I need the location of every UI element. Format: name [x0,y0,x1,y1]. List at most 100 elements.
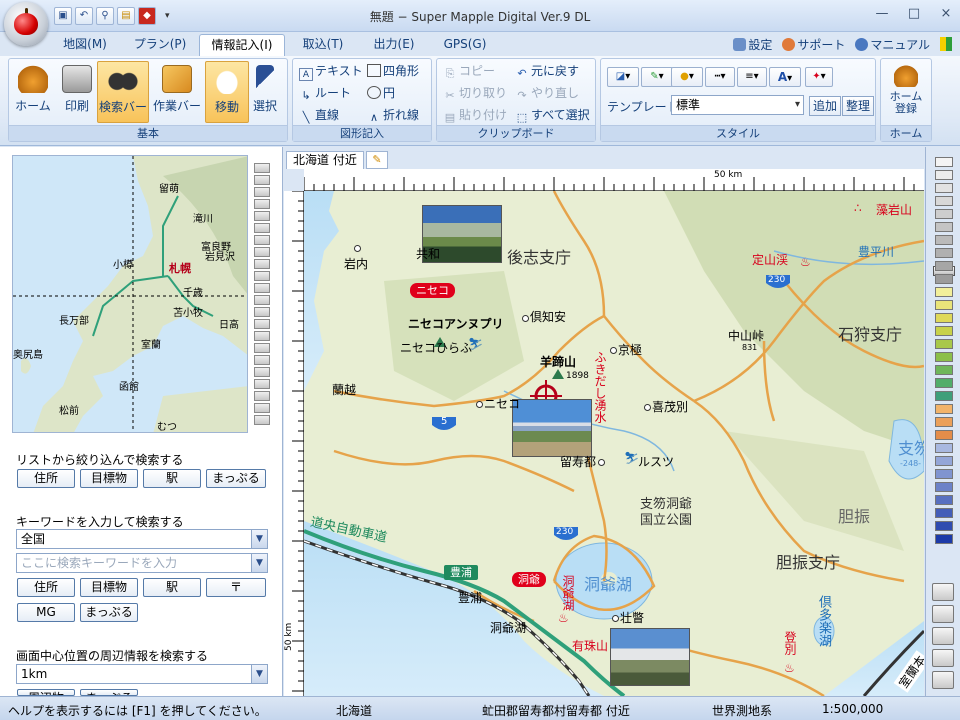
zoom-level-swatch[interactable] [935,287,953,297]
fill-color-dropdown[interactable]: ◪▾ [607,67,639,87]
manual-link[interactable]: マニュアル [855,36,930,53]
zoom-level-swatch[interactable] [935,508,953,518]
route-tool[interactable]: ↳ ルート [299,83,351,103]
work-bar-button[interactable]: 作業バー [151,61,203,123]
tab-map[interactable]: 地図(M) [52,34,118,56]
zoom-level-swatch[interactable] [935,378,953,388]
overview-zoom-level[interactable] [254,331,270,341]
zoom-level-swatch[interactable] [935,391,953,401]
circle-tool[interactable]: 円 [367,83,395,103]
overview-zoom-level[interactable] [254,355,270,365]
print-button[interactable]: 印刷 [55,61,99,123]
select-button[interactable]: 選択 [247,61,283,123]
polyline-tool[interactable]: ∧ 折れ線 [367,105,419,125]
marker-dropdown[interactable]: ✎▾ [641,67,673,87]
tab-plan[interactable]: プラン(P) [125,34,195,56]
font-color-dropdown[interactable]: A▾ [769,67,801,87]
settings-link[interactable]: 設定 [733,36,772,53]
zoom-level-swatch[interactable] [935,235,953,245]
rectangle-tool[interactable]: 四角形 [367,61,419,81]
zoom-level-swatch[interactable] [935,495,953,505]
zoom-level-swatch[interactable] [935,326,953,336]
redo-button[interactable]: ↷ やり直し [515,83,579,103]
keyword-landmark-button[interactable]: 目標物 [80,578,138,597]
zoom-level-swatch[interactable] [935,430,953,440]
overview-zoom-level[interactable] [254,211,270,221]
list-landmark-button[interactable]: 目標物 [80,469,138,488]
zoom-level-swatch[interactable] [935,339,953,349]
zoom-level-swatch[interactable] [935,456,953,466]
overview-zoom-level[interactable] [254,307,270,317]
zoom-level-swatch[interactable] [935,157,953,167]
zoom-level-swatch[interactable] [935,209,953,219]
zoom-level-swatch[interactable] [935,183,953,193]
keyword-postal-button[interactable]: 〒 [206,578,266,597]
line-style-dropdown[interactable]: ┅▾ [705,67,735,87]
support-link[interactable]: サポート [782,36,845,53]
grid-4-icon[interactable] [932,627,954,645]
app-menu-button[interactable] [4,2,48,46]
zoom-level-swatch[interactable] [935,469,953,479]
main-map[interactable]: 後志支庁 岩内 共和 ニセコ ニセコアンヌプリ ニセコひらふ ⛷ 倶知安 京極 … [304,191,924,696]
undo-button[interactable]: ↶ 元に戻す [515,61,579,81]
maximize-button[interactable]: □ [906,6,922,21]
zoom-level-swatch[interactable] [935,404,953,414]
photo-usuzan[interactable] [610,628,690,686]
zoom-level-swatch[interactable] [935,196,953,206]
list-address-button[interactable]: 住所 [17,469,75,488]
zoom-level-swatch[interactable] [935,261,953,271]
tab-gps[interactable]: GPS(G) [434,34,496,56]
nearby-mapple-button[interactable]: まっぷる [80,689,138,696]
keyword-mg-button[interactable]: MG [17,603,75,622]
list-station-button[interactable]: 駅 [143,469,201,488]
keyword-mapple-button[interactable]: まっぷる [80,603,138,622]
overview-zoom-level[interactable] [254,343,270,353]
zoom-level-swatch[interactable] [935,222,953,232]
zoom-bar[interactable] [925,147,960,696]
photo-mt-yotei[interactable] [512,399,592,457]
cut-button[interactable]: ✂ 切り取り [443,83,507,103]
overview-zoom-level[interactable] [254,415,270,425]
overview-zoom-level[interactable] [254,367,270,377]
close-button[interactable]: × [938,6,954,21]
overview-zoom-level[interactable] [254,235,270,245]
zoom-level-swatch[interactable] [935,170,953,180]
overview-zoom-level[interactable] [254,283,270,293]
line-width-dropdown[interactable]: ≡▾ [737,67,767,87]
zoom-level-swatch[interactable] [935,443,953,453]
map-document-tab[interactable]: 北海道 付近 [286,151,364,169]
radius-select[interactable]: 1km ▼ [16,664,268,684]
zoom-level-swatch[interactable] [935,482,953,492]
text-tool[interactable]: A テキスト [299,61,363,81]
keyword-input[interactable]: ここに検索キーワードを入力 ▼ [16,553,268,573]
overview-zoom-level[interactable] [254,163,270,173]
template-organize-button[interactable]: 整理 [842,96,874,116]
overview-zoom-level[interactable] [254,175,270,185]
home-register-button[interactable]: ホーム 登録 [884,61,928,123]
zoom-level-swatch[interactable] [935,274,953,284]
overview-zoom-level[interactable] [254,379,270,389]
overview-map[interactable]: 留萌 滝川 小樽 札幌 富良野 岩見沢 千歳 苫小牧 長万部 日高 室蘭 奥尻島… [12,155,248,433]
select-all-button[interactable]: ⬚ すべて選択 [515,105,590,125]
home-button[interactable]: ホーム [11,61,55,123]
tab-info-entry[interactable]: 情報記入(I) [199,34,285,56]
overview-zoom-level[interactable] [254,391,270,401]
palette-dropdown[interactable]: ●▾ [671,67,703,87]
grid-16-icon[interactable] [932,671,954,689]
nearby-poi-button[interactable]: 周辺物 [17,689,75,696]
list-mapple-button[interactable]: まっぷる [206,469,266,488]
overview-zoom-level[interactable] [254,295,270,305]
line-tool[interactable]: ╲ 直線 [299,105,339,125]
zoom-level-swatch[interactable] [935,300,953,310]
zoom-level-swatch[interactable] [935,313,953,323]
keyword-address-button[interactable]: 住所 [17,578,75,597]
new-tab-icon[interactable]: ✎ [366,151,388,169]
zoom-level-swatch[interactable] [935,365,953,375]
minimize-button[interactable]: — [874,6,890,21]
zoom-level-swatch[interactable] [935,521,953,531]
overview-zoom-level[interactable] [254,187,270,197]
zoom-level-swatch[interactable] [935,417,953,427]
template-add-button[interactable]: 追加 [809,96,841,116]
move-button[interactable]: 移動 [205,61,249,123]
area-select[interactable]: 全国 ▼ [16,529,268,549]
